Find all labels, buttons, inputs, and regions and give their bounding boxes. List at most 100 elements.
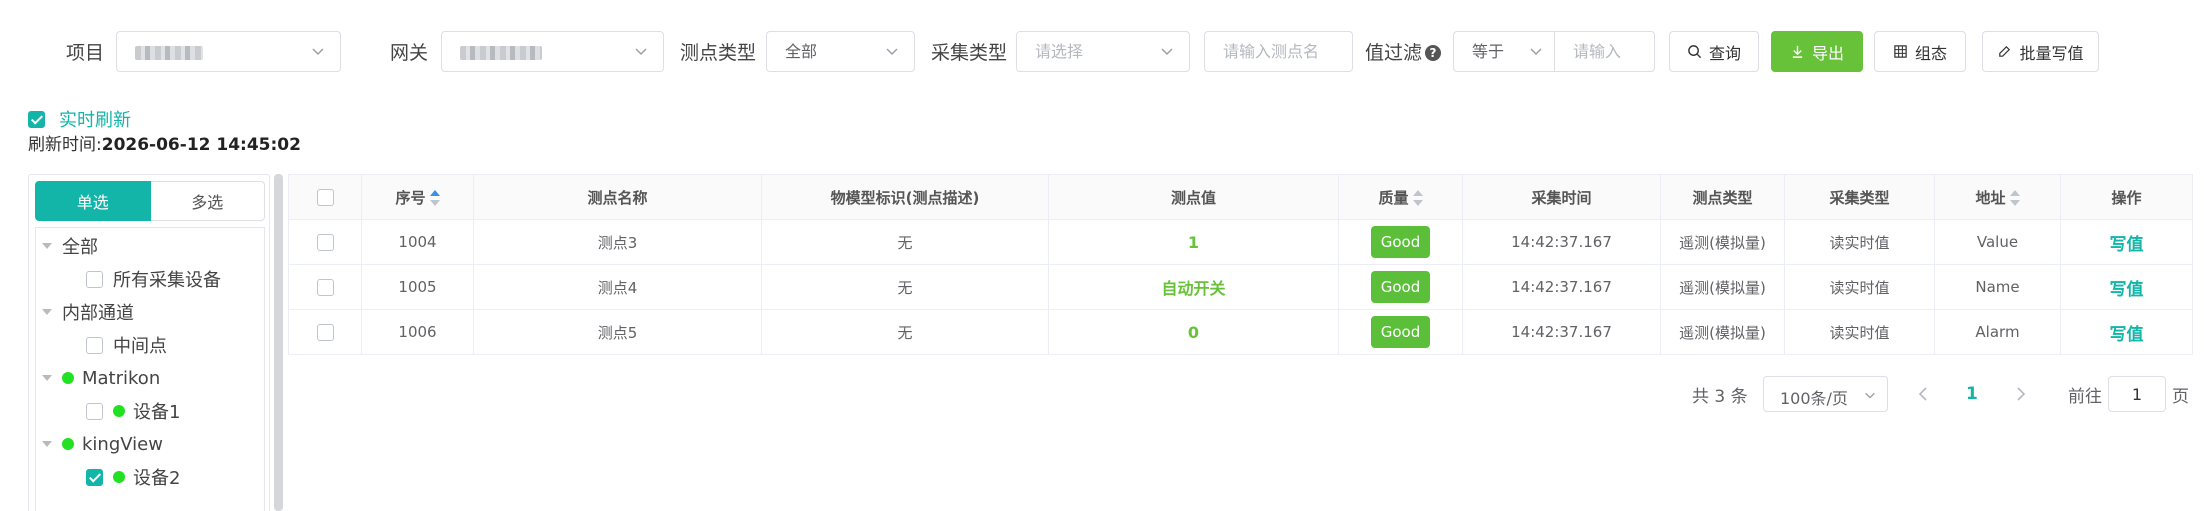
write-value-link[interactable]: 写值 xyxy=(2110,280,2144,300)
cell-point-type: 遥测(模拟量) xyxy=(1660,309,1785,355)
tree-node-label: kingView xyxy=(82,433,163,455)
sort-icon[interactable] xyxy=(429,190,440,206)
query-button-label: 查询 xyxy=(1708,43,1741,63)
prev-page-icon[interactable] xyxy=(1917,384,1929,404)
point-type-select-value: 全部 xyxy=(785,42,818,61)
chevron-down-icon xyxy=(312,48,324,56)
export-button[interactable]: 导出 xyxy=(1771,31,1863,72)
value-field[interactable] xyxy=(1555,32,1654,71)
query-button[interactable]: 查询 xyxy=(1669,31,1759,72)
chevron-down-icon xyxy=(1530,48,1542,56)
tree-node-label: 设备1 xyxy=(133,402,181,423)
tree-node-label: 设备2 xyxy=(133,468,181,489)
chevron-down-icon xyxy=(886,48,898,56)
sort-icon[interactable] xyxy=(1412,190,1423,206)
col-header-quality[interactable]: 质量 xyxy=(1338,174,1463,220)
col-header-address[interactable]: 地址 xyxy=(1934,174,2061,220)
col-header-id[interactable]: 序号 xyxy=(361,174,474,220)
chevron-down-icon xyxy=(1161,48,1173,56)
goto-page-input[interactable] xyxy=(2108,376,2166,412)
next-page-icon[interactable] xyxy=(2015,384,2027,404)
tree-node-checkbox[interactable] xyxy=(86,402,103,420)
point-type-select[interactable]: 全部 xyxy=(766,31,915,72)
current-page[interactable]: 1 xyxy=(1966,384,1978,404)
page-suffix: 页 xyxy=(2172,386,2189,407)
point-name-field[interactable] xyxy=(1205,32,1352,71)
tree-node-matrikon[interactable]: Matrikon xyxy=(42,364,160,392)
collect-type-select[interactable]: 请选择 xyxy=(1016,31,1190,72)
tree-node-internal-channel[interactable]: 内部通道 xyxy=(42,298,134,326)
device-tree: 全部 所有采集设备 内部通道 中间点 Matrikon 设备1 kingView xyxy=(35,227,265,511)
cell-collect-type: 读实时值 xyxy=(1784,309,1935,355)
realtime-refresh-checkbox[interactable] xyxy=(28,110,45,128)
chevron-down-icon xyxy=(635,48,647,56)
col-header-label: 序号 xyxy=(395,188,426,207)
tree-node-checkbox[interactable] xyxy=(86,270,103,288)
cell-id: 1004 xyxy=(361,219,474,265)
cell-model: 无 xyxy=(761,264,1049,310)
gateway-label: 网关 xyxy=(390,42,429,64)
value-operator-select[interactable]: 等于 xyxy=(1453,31,1555,72)
cell-model: 无 xyxy=(761,309,1049,355)
vertical-scrollbar[interactable] xyxy=(274,174,283,511)
tree-node-device2[interactable]: 设备2 xyxy=(86,463,180,491)
grid-icon xyxy=(1894,45,1907,58)
points-table: 序号 测点名称 物模型标识(测点描述) 测点值 质量 采集时间 测点类型 采集类… xyxy=(288,174,2193,355)
value-filter-text: 值过滤 xyxy=(1365,42,1423,64)
write-value-link[interactable]: 写值 xyxy=(2110,235,2144,255)
col-header-action: 操作 xyxy=(2060,174,2193,220)
col-header-name: 测点名称 xyxy=(473,174,762,220)
online-status-icon xyxy=(62,372,74,384)
row-checkbox[interactable] xyxy=(316,323,334,341)
caret-down-icon[interactable] xyxy=(42,243,52,249)
refresh-time-prefix: 刷新时间: xyxy=(28,135,102,155)
cell-address: Alarm xyxy=(1934,309,2061,355)
row-checkbox[interactable] xyxy=(316,278,334,296)
page-size-select[interactable]: 100条/页 xyxy=(1763,376,1888,412)
cell-value: 1 xyxy=(1187,232,1200,252)
value-filter-label: 值过滤? xyxy=(1365,39,1442,67)
value-input[interactable] xyxy=(1554,31,1655,72)
cell-value: 0 xyxy=(1187,322,1200,342)
config-button[interactable]: 组态 xyxy=(1874,31,1966,72)
tree-node-label: Matrikon xyxy=(82,367,161,389)
table-row: 1004 测点3 无 1 Good 14:42:37.167 遥测(模拟量) 读… xyxy=(288,219,2193,265)
caret-down-icon[interactable] xyxy=(42,441,52,447)
single-select-tab[interactable]: 单选 xyxy=(35,181,151,221)
tree-node-all-devices[interactable]: 所有采集设备 xyxy=(86,265,221,293)
tree-node-label: 所有采集设备 xyxy=(113,270,221,291)
project-select[interactable] xyxy=(116,31,341,72)
gateway-select-value xyxy=(460,32,542,71)
tree-node-all[interactable]: 全部 xyxy=(42,232,98,260)
tree-node-device1[interactable]: 设备1 xyxy=(86,397,180,425)
write-value-link[interactable]: 写值 xyxy=(2110,325,2144,345)
sort-icon[interactable] xyxy=(2009,190,2020,206)
tree-node-checkbox[interactable] xyxy=(86,336,103,354)
tree-node-intermediate[interactable]: 中间点 xyxy=(86,331,167,359)
selection-mode-switch: 单选 多选 xyxy=(35,181,265,221)
value-operator-value: 等于 xyxy=(1472,42,1505,61)
cell-address: Name xyxy=(1934,264,2061,310)
table-row: 1005 测点4 无 自动开关 Good 14:42:37.167 遥测(模拟量… xyxy=(288,264,2193,310)
caret-down-icon[interactable] xyxy=(42,309,52,315)
tree-node-checkbox[interactable] xyxy=(86,468,103,486)
filter-bar: 项目 网关 测点类型 全部 采集类型 请选择 值过滤? 等于 查询 导出 组态 xyxy=(0,0,2204,104)
goto-page-field[interactable] xyxy=(2109,377,2165,411)
row-checkbox[interactable] xyxy=(316,233,334,251)
collect-type-placeholder: 请选择 xyxy=(1035,42,1084,61)
point-name-input[interactable] xyxy=(1204,31,1353,72)
col-header-value: 测点值 xyxy=(1048,174,1339,220)
help-icon[interactable]: ? xyxy=(1425,45,1442,61)
export-button-label: 导出 xyxy=(1811,43,1844,63)
chevron-down-icon xyxy=(1865,392,1875,399)
batch-write-button[interactable]: 批量写值 xyxy=(1982,31,2099,72)
gateway-select[interactable] xyxy=(441,31,664,72)
cell-point-type: 遥测(模拟量) xyxy=(1660,264,1785,310)
multi-select-tab[interactable]: 多选 xyxy=(150,181,265,221)
select-all-checkbox[interactable] xyxy=(316,188,334,206)
realtime-refresh-toggle[interactable]: 实时刷新 xyxy=(28,106,131,132)
collect-type-label: 采集类型 xyxy=(931,42,1008,64)
tree-node-kingview[interactable]: kingView xyxy=(42,430,163,458)
caret-down-icon[interactable] xyxy=(42,375,52,381)
quality-badge: Good xyxy=(1370,226,1431,258)
